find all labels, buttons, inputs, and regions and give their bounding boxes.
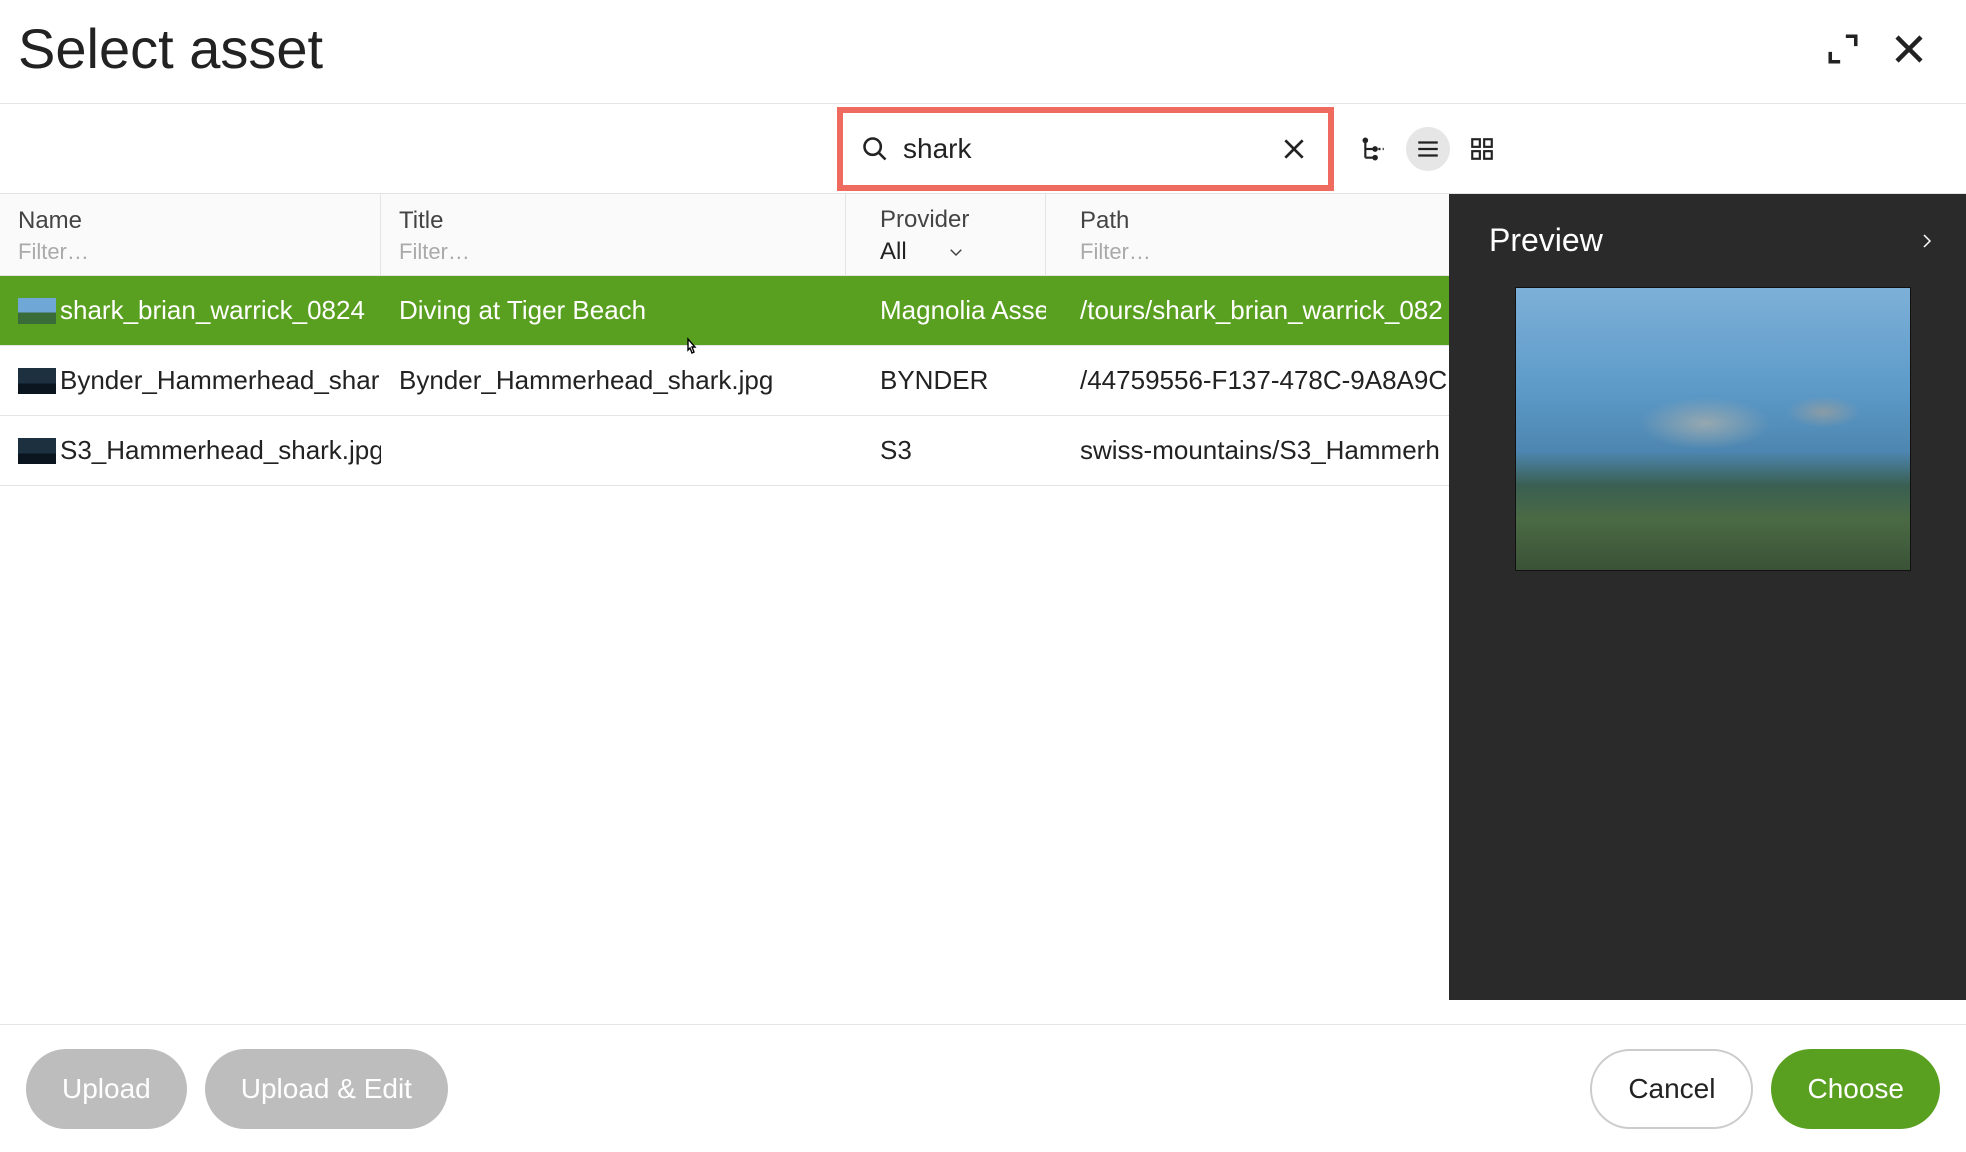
search-input[interactable]: [903, 133, 1264, 165]
thumbnail-icon: [18, 438, 56, 464]
title-filter-input[interactable]: [399, 239, 827, 265]
thumbnail-icon: [18, 298, 56, 324]
cell-name-text: shark_brian_warrick_0824: [60, 295, 365, 326]
chevron-right-icon: [1918, 232, 1936, 250]
header-actions: [1824, 30, 1946, 68]
dialog-footer: Upload Upload & Edit Cancel Choose: [0, 1024, 1966, 1152]
table-body: shark_brian_warrick_0824 Diving at Tiger …: [0, 276, 1449, 486]
cell-provider: BYNDER: [846, 365, 1046, 396]
upload-edit-button[interactable]: Upload & Edit: [205, 1049, 448, 1129]
cell-provider: Magnolia Asse: [846, 295, 1046, 326]
name-filter-input[interactable]: [18, 239, 362, 265]
table-row[interactable]: Bynder_Hammerhead_sharkBynder_Hammerhead…: [0, 346, 1449, 416]
column-label: Title: [399, 207, 827, 235]
search-icon: [861, 135, 889, 163]
close-icon: [1891, 31, 1927, 67]
fullscreen-button[interactable]: [1824, 30, 1862, 68]
table-row[interactable]: S3_Hammerhead_shark.jpg S3swiss-mountains…: [0, 416, 1449, 486]
table-header: Name Title Provider All Path: [0, 194, 1449, 276]
toolbar: [0, 104, 1966, 194]
main-area: Name Title Provider All Path: [0, 194, 1966, 1000]
grid-icon: [1469, 136, 1495, 162]
close-button[interactable]: [1890, 30, 1928, 68]
grid-view-button[interactable]: [1460, 127, 1504, 171]
footer-left: Upload Upload & Edit: [26, 1049, 448, 1129]
tree-view-button[interactable]: [1352, 127, 1396, 171]
cell-name-text: Bynder_Hammerhead_shark: [60, 365, 381, 396]
column-label: Provider: [880, 206, 1027, 234]
expand-icon: [1826, 32, 1860, 66]
cell-name: S3_Hammerhead_shark.jpg: [0, 435, 381, 466]
provider-select[interactable]: All: [880, 238, 1027, 266]
column-label: Name: [18, 207, 362, 235]
cell-path: /tours/shark_brian_warrick_082: [1046, 295, 1449, 326]
preview-panel: Preview: [1449, 194, 1966, 1000]
column-label: Path: [1080, 207, 1431, 235]
cell-name: shark_brian_warrick_0824: [0, 295, 381, 326]
search-field-highlighted: [837, 107, 1334, 191]
upload-button[interactable]: Upload: [26, 1049, 187, 1129]
dialog-title: Select asset: [18, 16, 323, 81]
table-row[interactable]: shark_brian_warrick_0824 Diving at Tiger …: [0, 276, 1449, 346]
column-header-title[interactable]: Title: [381, 194, 846, 275]
asset-table: Name Title Provider All Path: [0, 194, 1449, 1000]
view-switcher: [1334, 127, 1504, 171]
preview-title: Preview: [1489, 222, 1603, 259]
column-header-path[interactable]: Path: [1046, 194, 1449, 275]
clear-icon: [1281, 136, 1307, 162]
provider-selected-value: All: [880, 238, 907, 266]
path-filter-input[interactable]: [1080, 239, 1431, 265]
list-icon: [1415, 136, 1441, 162]
dialog-header: Select asset: [0, 0, 1966, 104]
preview-header[interactable]: Preview: [1489, 222, 1936, 259]
cancel-button[interactable]: Cancel: [1590, 1049, 1753, 1129]
cell-title: Diving at Tiger Beach: [381, 295, 846, 326]
cell-name-text: S3_Hammerhead_shark.jpg: [60, 435, 381, 466]
choose-button[interactable]: Choose: [1771, 1049, 1940, 1129]
preview-image: [1515, 287, 1911, 571]
column-header-name[interactable]: Name: [0, 194, 381, 275]
list-view-button[interactable]: [1406, 127, 1450, 171]
chevron-down-icon: [947, 243, 965, 261]
cell-path: swiss-mountains/S3_Hammerh: [1046, 435, 1449, 466]
footer-right: Cancel Choose: [1590, 1049, 1940, 1129]
clear-search-button[interactable]: [1278, 133, 1310, 165]
column-header-provider[interactable]: Provider All: [846, 194, 1046, 275]
tree-icon: [1361, 136, 1387, 162]
thumbnail-icon: [18, 368, 56, 394]
cell-title: Bynder_Hammerhead_shark.jpg: [381, 365, 846, 396]
cell-name: Bynder_Hammerhead_shark: [0, 365, 381, 396]
cell-path: /44759556-F137-478C-9A8A9C: [1046, 365, 1449, 396]
cell-provider: S3: [846, 435, 1046, 466]
